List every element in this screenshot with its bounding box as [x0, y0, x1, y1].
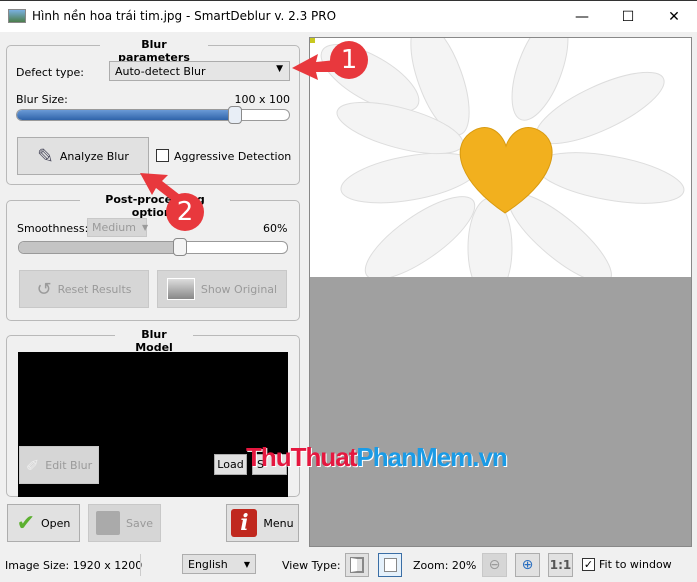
split-view-button[interactable] — [345, 553, 369, 577]
actual-size-button[interactable]: 1:1 — [548, 553, 573, 577]
callout-2: 2 — [166, 193, 204, 231]
chevron-down-icon: ▼ — [243, 559, 250, 569]
status-bar: Image Size: 1920 x 1200 English ▼ View Ty… — [0, 550, 697, 582]
callout-arrows — [140, 54, 336, 202]
zoom-level: Zoom: 20% — [413, 559, 477, 572]
image-size: Image Size: 1920 x 1200 — [5, 559, 143, 572]
language-select[interactable]: English ▼ — [182, 554, 256, 574]
zoom-out-button[interactable]: ⊖ — [482, 553, 507, 577]
language-value: English — [188, 557, 228, 571]
zoom-in-button[interactable]: ⊕ — [515, 553, 540, 577]
fit-to-window-checkbox[interactable]: ✓ — [582, 558, 595, 571]
view-type-label: View Type: — [282, 559, 341, 572]
divider — [140, 554, 141, 576]
single-view-icon — [383, 558, 397, 572]
single-view-button[interactable] — [378, 553, 402, 577]
fit-to-window-label: Fit to window — [599, 558, 672, 571]
callout-1: 1 — [330, 41, 368, 79]
zoom-out-icon: ⊖ — [488, 557, 501, 573]
split-view-icon — [350, 557, 364, 573]
zoom-in-icon: ⊕ — [521, 557, 534, 573]
